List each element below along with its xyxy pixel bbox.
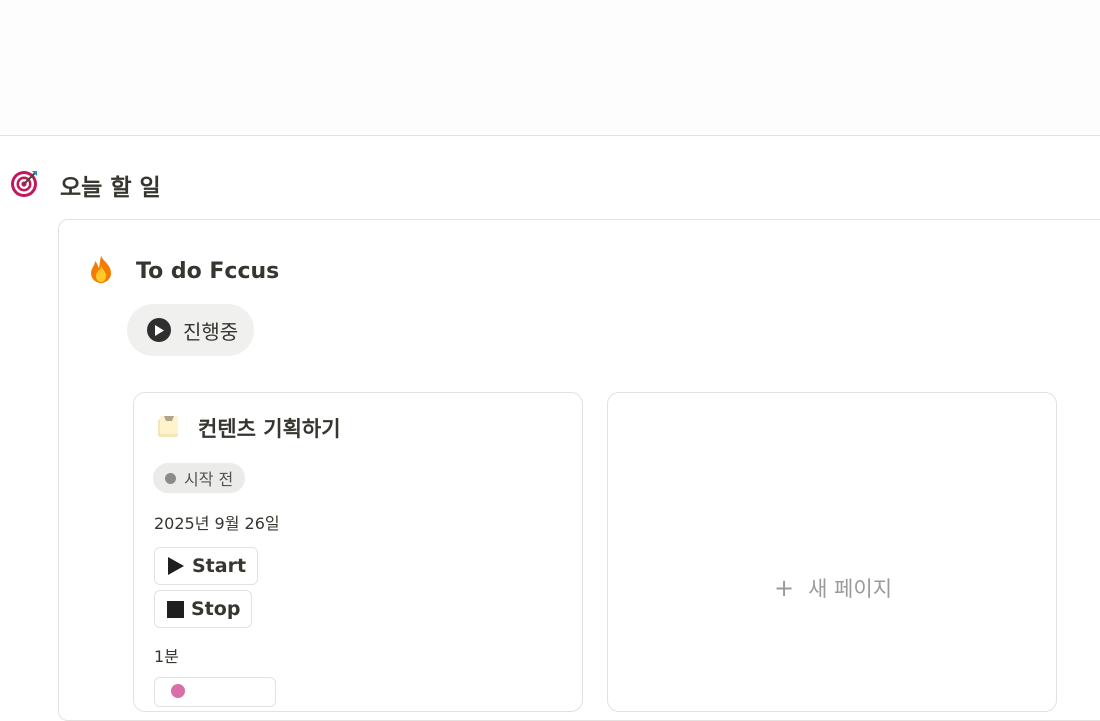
section-header: 오늘 할 일 [10,168,161,202]
stop-icon [167,600,184,618]
play-icon [168,557,184,575]
group-header[interactable]: To do Fccus [86,254,279,288]
start-button-label: Start [192,555,247,577]
status-tag: 시작 전 [153,463,246,493]
fire-icon [86,254,116,288]
stop-button-label: Stop [191,598,241,620]
task-card[interactable]: 컨텐츠 기획하기 시작 전 2025년 9월 26일 Start Stop 1분 [133,392,583,712]
status-tag-label: 시작 전 [184,470,234,489]
play-circle-icon [147,318,171,342]
stop-button[interactable]: Stop [154,590,253,628]
target-icon [10,168,40,202]
status-filter-pill[interactable]: 진행중 [127,304,255,356]
partial-property-chip [154,677,276,707]
card-date: 2025년 9월 26일 [154,514,280,533]
new-page-button[interactable]: + 새 페이지 [608,573,1058,603]
status-dot-icon [165,472,176,484]
plus-icon: + [773,574,795,602]
memo-icon [156,413,182,443]
status-filter-label: 진행중 [183,319,239,344]
page-cover-area [0,0,1100,136]
card-title: 컨텐츠 기획하기 [198,417,341,441]
tag-icon [171,684,185,698]
section-title: 오늘 할 일 [60,175,161,201]
start-button[interactable]: Start [154,547,259,585]
group-title: To do Fccus [136,258,280,284]
new-page-card[interactable]: + 새 페이지 [607,392,1057,712]
new-page-label: 새 페이지 [808,577,893,601]
card-duration: 1분 [154,647,179,666]
card-title-row: 컨텐츠 기획하기 [156,413,341,443]
